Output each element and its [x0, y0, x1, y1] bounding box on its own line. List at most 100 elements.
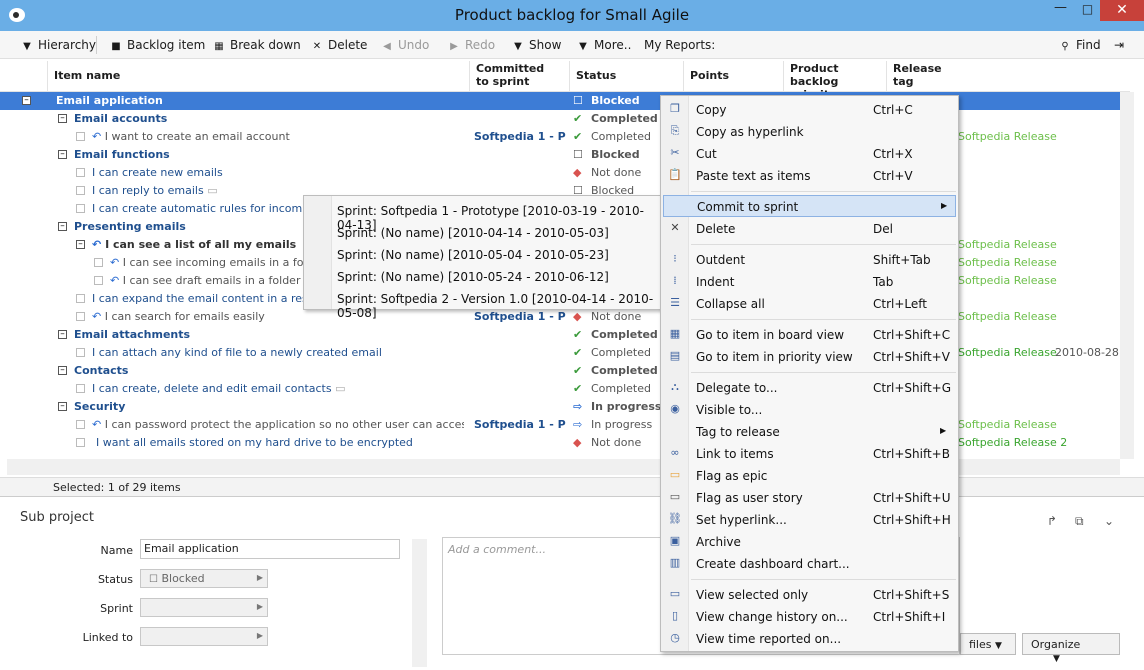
row-name: I can attach any kind of file to a newly…	[92, 346, 382, 359]
collapse-toggle[interactable]: –	[58, 366, 67, 375]
menu-item-delete[interactable]: ✕ Delete Del	[663, 218, 956, 240]
sprint-option[interactable]: Sprint: (No name) [2010-05-04 - 2010-05-…	[337, 248, 609, 262]
menu-shortcut: Ctrl+C	[873, 103, 913, 117]
undo-button[interactable]: ◀ Undo	[380, 38, 429, 52]
organize-button[interactable]: Organize ▼	[1022, 633, 1120, 664]
collapse-toggle[interactable]: –	[58, 150, 67, 159]
collapse-toggle[interactable]: –	[58, 402, 67, 411]
menu-item-collapse-all[interactable]: ☰ Collapse all Ctrl+Left	[663, 293, 956, 315]
row-checkbox[interactable]	[94, 276, 103, 285]
row-name-text: I want to create an email account	[104, 130, 290, 143]
collapse-toggle[interactable]: –	[58, 114, 67, 123]
user-story-icon: ↶	[92, 238, 102, 251]
menu-shortcut: Ctrl+Shift+H	[873, 513, 951, 527]
menu-item-paste[interactable]: 📋 Paste text as items Ctrl+V	[663, 165, 956, 187]
row-checkbox[interactable]	[76, 132, 85, 141]
row-name-text: I can password protect the application s…	[104, 418, 464, 431]
not-done-icon: ◆	[573, 166, 582, 179]
maximize-button[interactable]: □	[1074, 0, 1101, 21]
column-item-name[interactable]: Item name	[47, 61, 469, 91]
break-down-button[interactable]: ▦ Break down	[212, 38, 301, 52]
column-status[interactable]: Status	[569, 61, 683, 91]
redo-button[interactable]: ▶ Redo	[447, 38, 495, 52]
menu-item-set-hyperlink[interactable]: ⛓ Set hyperlink... Ctrl+Shift+H	[663, 509, 956, 531]
close-button[interactable]: ✕	[1100, 0, 1144, 21]
collapse-toggle[interactable]: –	[76, 240, 85, 249]
column-committed[interactable]: Committed to sprint	[469, 61, 569, 91]
row-date: 2010-08-28	[1055, 346, 1119, 359]
menu-label: View change history on...	[696, 610, 848, 624]
popout-icon[interactable]: ⧉	[1075, 514, 1084, 529]
find-button[interactable]: ⚲ Find	[1058, 38, 1100, 52]
menu-item-outdent[interactable]: ⁝ Outdent Shift+Tab	[663, 249, 956, 271]
menu-item-cut[interactable]: ✂ Cut Ctrl+X	[663, 143, 956, 165]
sprint-option[interactable]: Sprint: (No name) [2010-04-14 - 2010-05-…	[337, 226, 609, 240]
files-button[interactable]: files ▼	[960, 633, 1016, 655]
clock-icon: ◷	[670, 631, 680, 644]
sprint-option[interactable]: Sprint: (No name) [2010-05-24 - 2010-06-…	[337, 270, 609, 284]
row-checkbox[interactable]	[76, 420, 85, 429]
minimize-button[interactable]: —	[1047, 0, 1074, 21]
menu-label: Paste text as items	[696, 169, 811, 183]
menu-item-flag-user-story[interactable]: ▭ Flag as user story Ctrl+Shift+U	[663, 487, 956, 509]
menu-item-indent[interactable]: ⁞ Indent Tab	[663, 271, 956, 293]
menu-item-time-reported[interactable]: ◷ View time reported on...	[663, 628, 956, 650]
vertical-scrollbar[interactable]	[1120, 92, 1134, 459]
row-checkbox[interactable]	[76, 168, 85, 177]
dropdown-arrow-icon: ▼	[514, 41, 522, 52]
in-progress-icon: ⇨	[573, 418, 583, 431]
collapse-toggle[interactable]: –	[58, 330, 67, 339]
status-value: Blocked	[161, 572, 205, 585]
menu-item-delegate[interactable]: ⛬ Delegate to... Ctrl+Shift+G	[663, 377, 956, 399]
chevron-down-icon[interactable]: ⌄	[1104, 514, 1114, 528]
column-points[interactable]: Points	[683, 61, 783, 91]
menu-item-commit-to-sprint[interactable]: Commit to sprint ▶	[663, 195, 956, 217]
menu-item-dashboard-chart[interactable]: ▥ Create dashboard chart...	[663, 553, 956, 575]
row-checkbox[interactable]	[76, 438, 85, 447]
expand-icon[interactable]: ↱	[1047, 514, 1057, 528]
delete-button[interactable]: ✕ Delete	[310, 38, 368, 52]
column-priority[interactable]: Productbacklog priority	[783, 61, 886, 101]
menu-item-link-to-items[interactable]: ∞ Link to items Ctrl+Shift+B	[663, 443, 956, 465]
collapse-toggle[interactable]: –	[22, 96, 31, 105]
row-name: ↶ I can password protect the application…	[92, 418, 464, 431]
menu-item-copy-hyperlink[interactable]: ⎘ Copy as hyperlink	[663, 121, 956, 143]
menu-item-priority-view[interactable]: ▤ Go to item in priority view Ctrl+Shift+V	[663, 346, 956, 368]
row-checkbox[interactable]	[76, 348, 85, 357]
menu-item-board-view[interactable]: ▦ Go to item in board view Ctrl+Shift+C	[663, 324, 956, 346]
menu-item-tag-to-release[interactable]: Tag to release ▶	[663, 421, 956, 443]
row-checkbox[interactable]	[94, 258, 103, 267]
show-button[interactable]: ▼ Show	[511, 38, 561, 52]
name-field[interactable]: Email application	[140, 539, 400, 559]
menu-item-view-selected[interactable]: ▭ View selected only Ctrl+Shift+S	[663, 584, 956, 606]
row-checkbox[interactable]	[76, 186, 85, 195]
column-release[interactable]: Release tag	[886, 61, 986, 91]
menu-item-change-history[interactable]: ▯ View change history on... Ctrl+Shift+I	[663, 606, 956, 628]
row-checkbox[interactable]	[76, 294, 85, 303]
status-text: Completed	[591, 346, 651, 359]
section-title: Sub project	[20, 510, 94, 525]
comment-icon: ▭	[207, 184, 218, 197]
menu-item-flag-epic[interactable]: ▭ Flag as epic	[663, 465, 956, 487]
row-checkbox[interactable]	[76, 384, 85, 393]
linked-to-select[interactable]	[140, 627, 268, 646]
undo-icon: ◀	[383, 41, 391, 52]
row-checkbox[interactable]	[76, 312, 85, 321]
row-checkbox[interactable]	[76, 204, 85, 213]
status-select[interactable]: ☐ Blocked	[140, 569, 268, 588]
pin-icon[interactable]: ⇥	[1114, 38, 1124, 52]
fields-scrollbar[interactable]	[412, 539, 427, 667]
status-text: Completed	[591, 364, 658, 377]
menu-label: Tag to release	[696, 425, 780, 439]
hierarchy-button[interactable]: ▼ Hierarchy	[20, 38, 96, 52]
menu-label: Create dashboard chart...	[696, 557, 850, 571]
menu-item-copy[interactable]: ❐ Copy Ctrl+C	[663, 99, 956, 121]
sprint-option[interactable]: Sprint: Softpedia 2 - Version 1.0 [2010-…	[337, 292, 662, 320]
menu-item-visible-to[interactable]: ◉ Visible to...	[663, 399, 956, 421]
more-button[interactable]: ▼ More..	[576, 38, 631, 52]
menu-item-archive[interactable]: ▣ Archive	[663, 531, 956, 553]
collapse-toggle[interactable]: –	[58, 222, 67, 231]
backlog-item-button[interactable]: ■ Backlog item	[109, 38, 205, 52]
user-story-icon: ↶	[110, 274, 120, 287]
sprint-select[interactable]	[140, 598, 268, 617]
